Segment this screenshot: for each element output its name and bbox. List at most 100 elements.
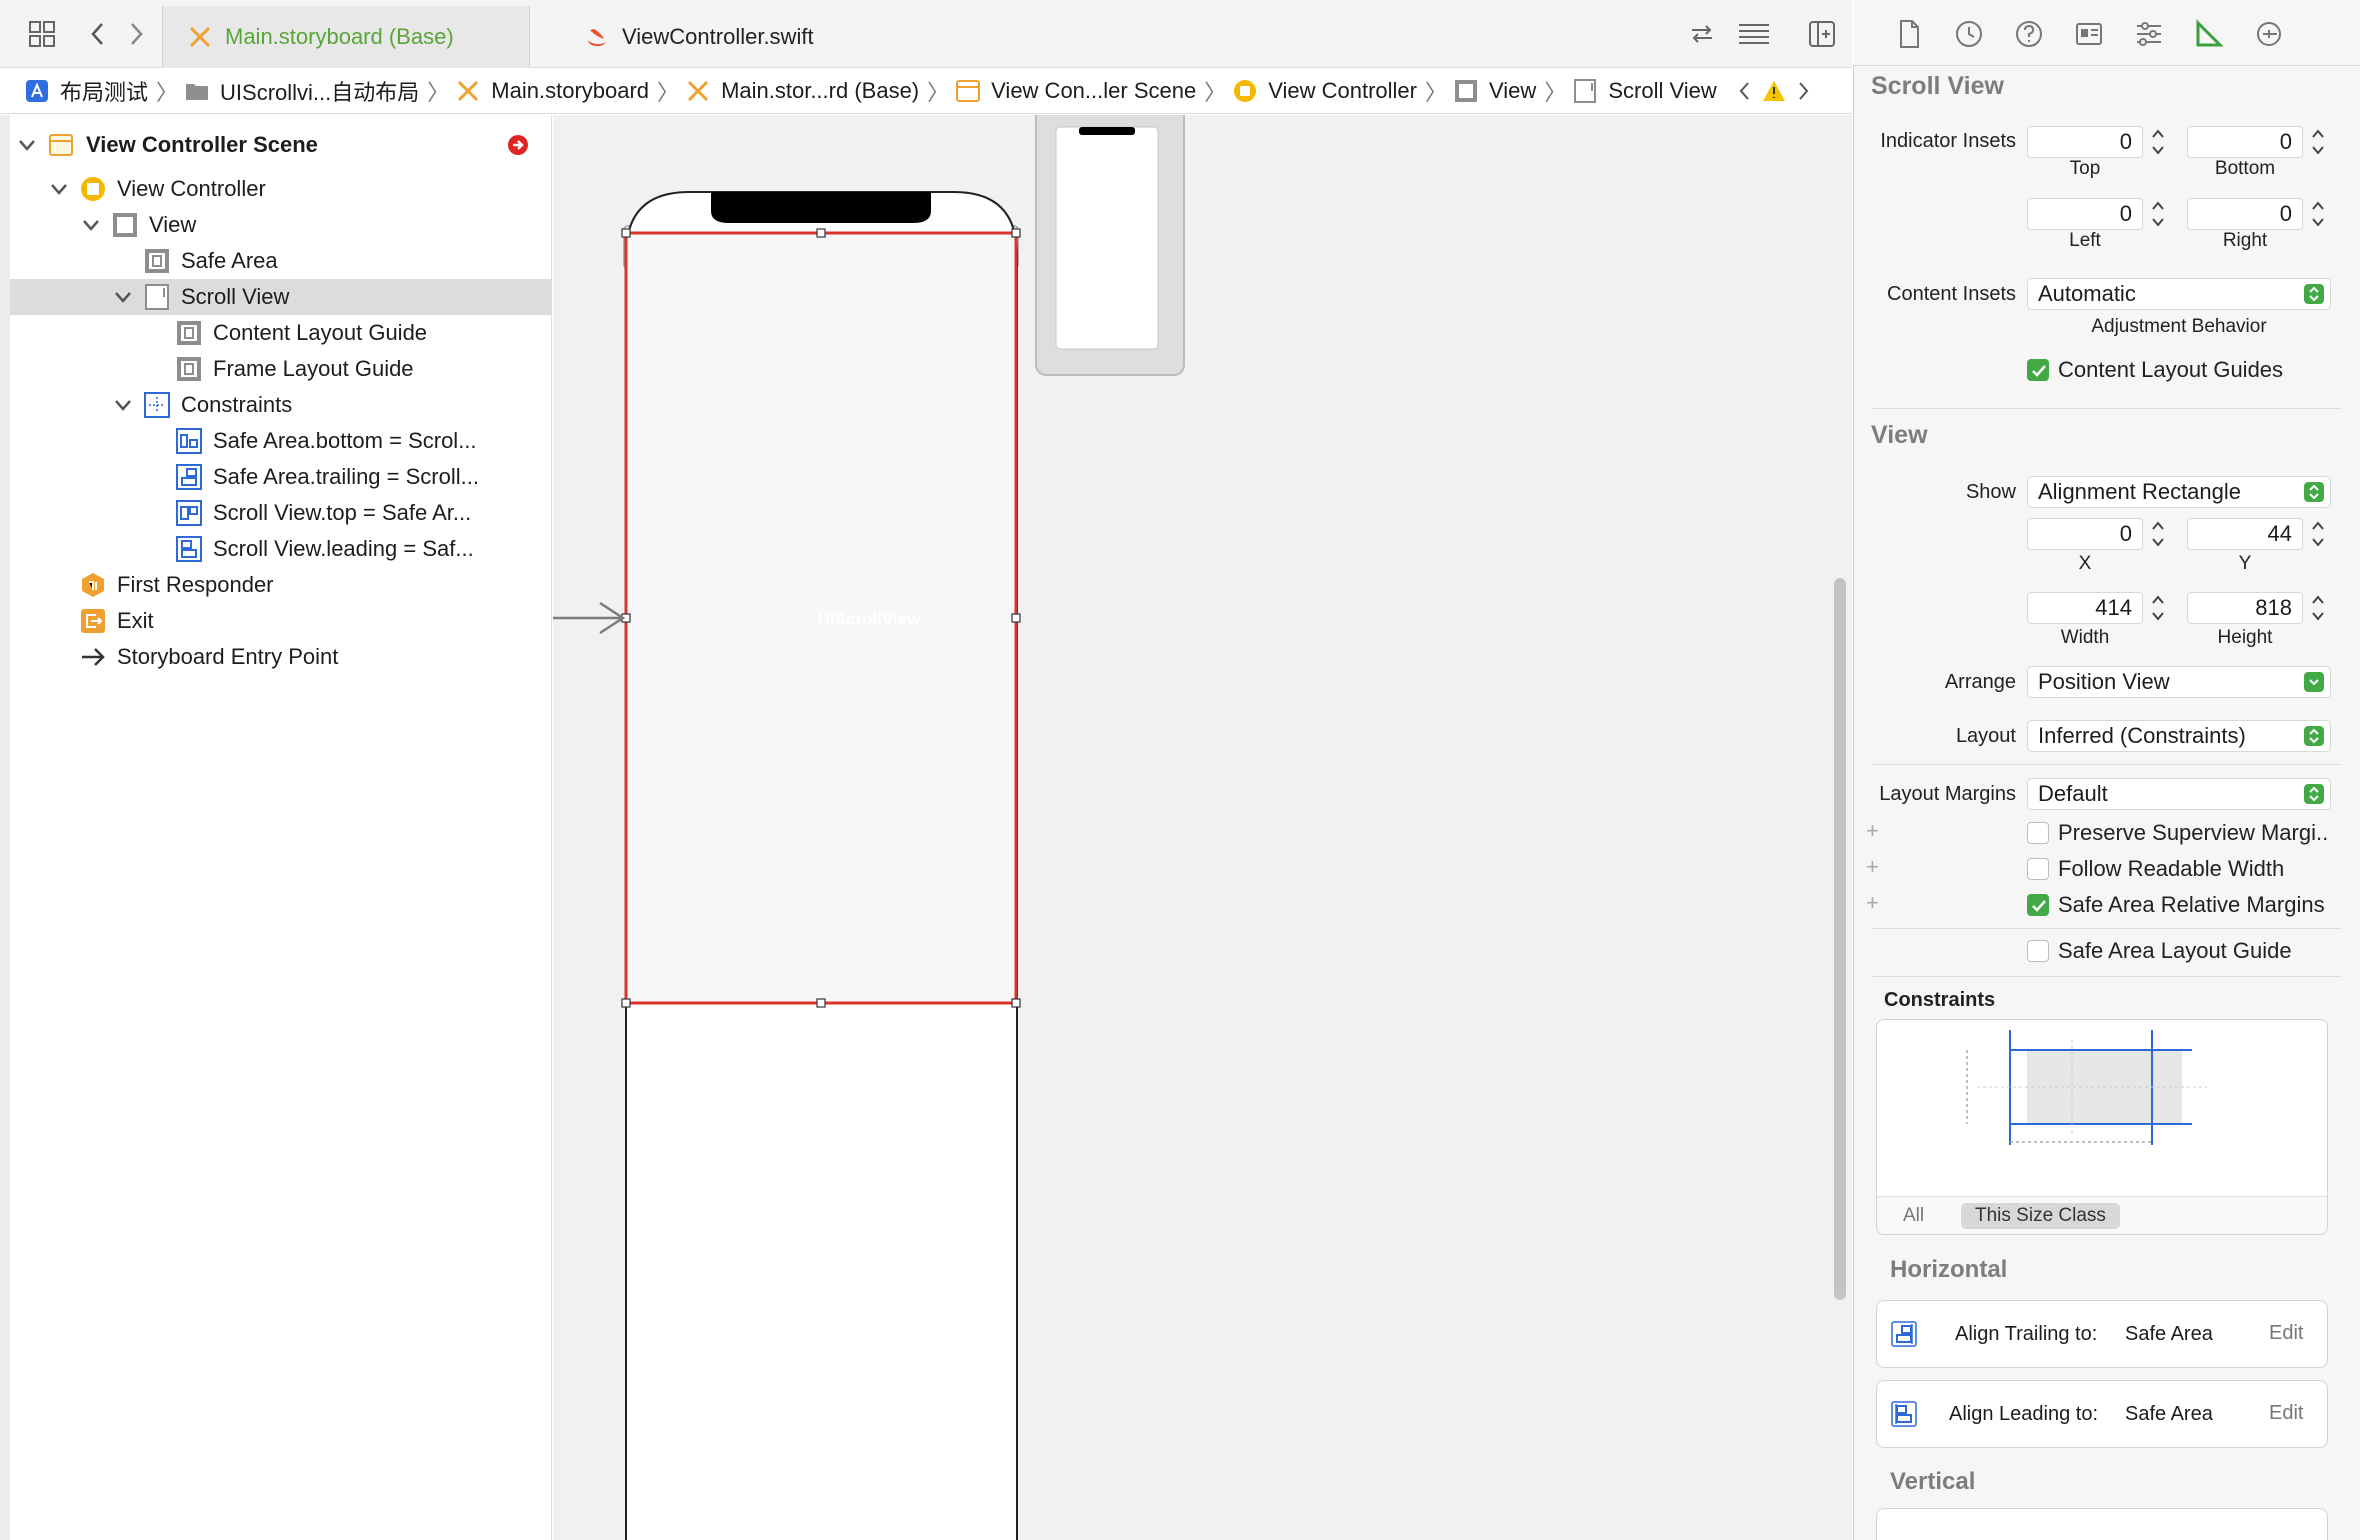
identity-inspector-icon[interactable] — [2073, 18, 2105, 50]
breadcrumb-scroll-view[interactable]: Scroll View — [1572, 78, 1717, 104]
breadcrumb-storyboard[interactable]: Main.storyboard 〉 — [455, 75, 679, 107]
outline-item-view-controller[interactable]: View Controller — [10, 171, 552, 207]
outline-item-safe-area[interactable]: Safe Area — [10, 243, 552, 279]
outline-item-view[interactable]: View — [10, 207, 552, 243]
error-arrow-icon[interactable] — [506, 133, 530, 157]
constraints-diagram[interactable]: All This Size Class — [1876, 1019, 2328, 1235]
lines-menu-icon[interactable] — [1736, 16, 1772, 52]
follow-readable-width-checkbox[interactable] — [2027, 858, 2049, 880]
tab-main-storyboard[interactable]: Main.storyboard (Base) — [162, 6, 530, 68]
breadcrumb-project[interactable]: 布局测试〉 — [24, 75, 178, 107]
chevron-down-icon[interactable] — [112, 286, 134, 308]
outline-item-label: View Controller — [117, 176, 266, 201]
indicator-left-field[interactable]: 0 — [2027, 198, 2143, 230]
scroll-view-icon — [145, 284, 169, 310]
outline-item-constraint[interactable]: Scroll View.leading = Saf... — [10, 531, 552, 567]
popup-arrows-icon — [2304, 784, 2324, 804]
chevron-down-icon[interactable] — [16, 134, 38, 156]
back-chevron-icon[interactable] — [80, 16, 116, 52]
safe-area-layout-guide-checkbox[interactable] — [2027, 940, 2049, 962]
stepper-icon[interactable] — [2149, 591, 2167, 625]
segment-this-size-class[interactable]: This Size Class — [1961, 1203, 2120, 1229]
chevron-right-icon: 〉 — [1425, 79, 1448, 105]
outline-item-constraint[interactable]: Safe Area.bottom = Scrol... — [10, 423, 552, 459]
stepper-icon[interactable] — [2149, 517, 2167, 551]
outline-item-entry-point[interactable]: Storyboard Entry Point — [10, 639, 552, 675]
indicator-right-field[interactable]: 0 — [2187, 198, 2303, 230]
plus-icon[interactable]: + — [1866, 854, 1879, 880]
tab-viewcontroller-swift[interactable]: ViewController.swift — [560, 6, 900, 68]
issue-navigator[interactable] — [1735, 79, 1813, 103]
constraint-row-partial[interactable] — [1876, 1508, 2328, 1540]
outline-item-first-responder[interactable]: First Responder — [10, 567, 552, 603]
stepper-icon[interactable] — [2309, 517, 2327, 551]
content-layout-guides-checkbox[interactable] — [2027, 359, 2049, 381]
edit-button[interactable]: Edit — [2269, 1322, 2303, 1345]
stepper-icon[interactable] — [2149, 125, 2167, 159]
preserve-superview-margins-checkbox[interactable] — [2027, 822, 2049, 844]
checkmark-icon — [2032, 900, 2046, 912]
outline-item-constraint[interactable]: Safe Area.trailing = Scroll... — [10, 459, 552, 495]
chevron-right-icon[interactable] — [1793, 79, 1813, 103]
y-field[interactable]: 44 — [2187, 518, 2303, 550]
add-editor-icon[interactable] — [1804, 16, 1840, 52]
storyboard-canvas[interactable]: UIScrollView — [553, 115, 1852, 1540]
outline-item-scroll-view[interactable]: Scroll View — [10, 279, 552, 315]
outline-item-constraints[interactable]: Constraints — [10, 387, 552, 423]
swap-arrows-icon[interactable] — [1684, 16, 1720, 52]
grid-icon[interactable] — [24, 16, 60, 52]
breadcrumb-folder[interactable]: UIScrollvi...自动布局〉 — [184, 75, 449, 107]
breadcrumb-scene[interactable]: View Con...ler Scene 〉 — [955, 75, 1226, 107]
plus-icon[interactable]: + — [1866, 890, 1879, 916]
layout-margins-popup[interactable]: Default — [2027, 778, 2331, 810]
segment-all[interactable]: All — [1903, 1205, 1924, 1227]
plus-icon[interactable]: + — [1866, 818, 1879, 844]
layout-popup[interactable]: Inferred (Constraints) — [2027, 720, 2331, 752]
height-field[interactable]: 818 — [2187, 592, 2303, 624]
indicator-top-field[interactable]: 0 — [2027, 126, 2143, 158]
file-inspector-icon[interactable] — [1893, 18, 1925, 50]
chevron-down-icon[interactable] — [112, 394, 134, 416]
canvas-scrollbar-thumb[interactable] — [1834, 578, 1846, 1300]
outline-item-exit[interactable]: Exit — [10, 603, 552, 639]
edit-button[interactable]: Edit — [2269, 1402, 2303, 1425]
constraint-row-trailing[interactable]: Align Trailing to: Safe Area Edit — [1876, 1300, 2328, 1368]
constraint-bottom-icon — [176, 428, 202, 454]
help-question-icon[interactable] — [2013, 18, 2045, 50]
history-clock-icon[interactable] — [1953, 18, 1985, 50]
breadcrumb-view-controller[interactable]: View Controller 〉 — [1232, 75, 1447, 107]
outline-scene-row[interactable]: View Controller Scene — [10, 127, 552, 163]
stepper-icon[interactable] — [2149, 197, 2167, 231]
breadcrumb-view[interactable]: View 〉 — [1453, 75, 1566, 107]
outline-item-label: Exit — [117, 608, 154, 633]
safe-area-relative-margins-checkbox[interactable] — [2027, 894, 2049, 916]
chevron-left-icon[interactable] — [1735, 79, 1755, 103]
popup-value: Default — [2038, 781, 2108, 806]
size-ruler-icon[interactable] — [2193, 18, 2225, 50]
view-controller-icon — [81, 177, 105, 201]
stepper-icon[interactable] — [2309, 125, 2327, 159]
arrange-popup[interactable]: Position View — [2027, 666, 2331, 698]
connections-icon[interactable] — [2253, 18, 2285, 50]
stepper-icon[interactable] — [2309, 591, 2327, 625]
constraint-row-leading[interactable]: Align Leading to: Safe Area Edit — [1876, 1380, 2328, 1448]
content-insets-popup[interactable]: Automatic — [2027, 278, 2331, 310]
forward-chevron-icon[interactable] — [118, 16, 154, 52]
outline-item-content-layout-guide[interactable]: Content Layout Guide — [10, 315, 552, 351]
outline-item-label: Frame Layout Guide — [213, 356, 414, 381]
attributes-sliders-icon[interactable] — [2133, 18, 2165, 50]
breadcrumb-storyboard-base[interactable]: Main.stor...rd (Base) 〉 — [685, 75, 949, 107]
outline-item-frame-layout-guide[interactable]: Frame Layout Guide — [10, 351, 552, 387]
view-icon — [113, 213, 137, 237]
layout-label: Layout — [1955, 725, 2016, 747]
tab-label: ViewController.swift — [622, 24, 814, 49]
show-popup[interactable]: Alignment Rectangle — [2027, 476, 2331, 508]
stepper-icon[interactable] — [2309, 197, 2327, 231]
chevron-down-icon[interactable] — [48, 178, 70, 200]
x-field[interactable]: 0 — [2027, 518, 2143, 550]
outline-item-label: Storyboard Entry Point — [117, 644, 339, 669]
width-field[interactable]: 414 — [2027, 592, 2143, 624]
outline-item-constraint[interactable]: Scroll View.top = Safe Ar... — [10, 495, 552, 531]
indicator-bottom-field[interactable]: 0 — [2187, 126, 2303, 158]
chevron-down-icon[interactable] — [80, 214, 102, 236]
